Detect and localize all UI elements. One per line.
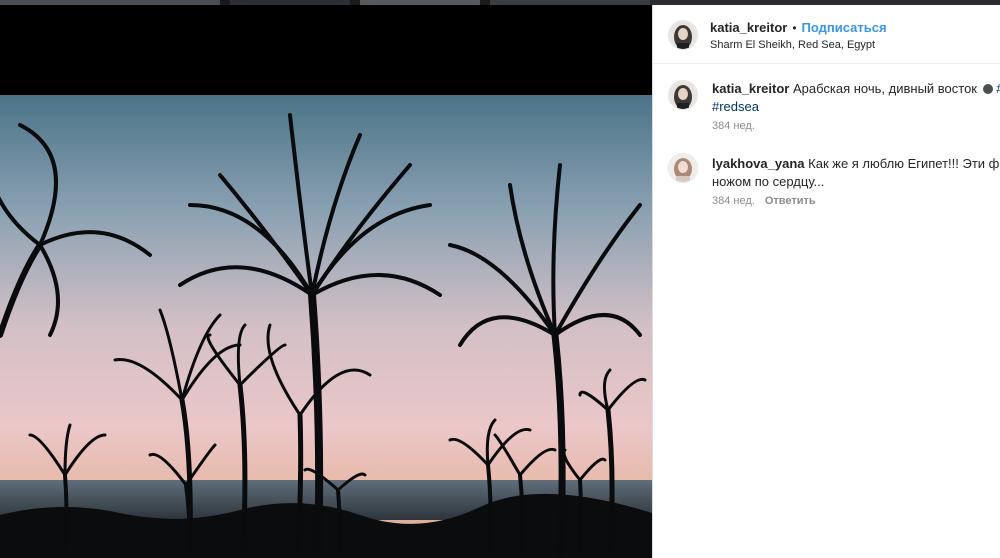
comment-username[interactable]: katia_kreitor [712,81,789,96]
avatar-icon[interactable] [668,153,698,183]
post-photo[interactable] [0,95,652,558]
post-sidebar: katia_kreitor • Подписаться Sharm El Sheik… [652,5,1000,558]
follow-button[interactable]: Подписаться [802,20,887,35]
post-author-username[interactable]: katia_kreitor [710,20,787,35]
comment-username[interactable]: lyakhova_yana [712,156,805,171]
comment-text: Как же я люблю Египет!!! Эти фот [808,156,1000,171]
comment-time[interactable]: 384 нед. [712,120,755,132]
comment-text: Арабская ночь, дивный восток [792,81,977,96]
separator-dot: • [792,21,797,35]
comment-text-continued: ножом по сердцу... [712,174,825,189]
reply-button[interactable]: Ответить [765,195,816,207]
comment-time[interactable]: 384 нед. [712,195,755,207]
hashtag-link[interactable]: # [996,81,1000,96]
avatar-icon[interactable] [668,80,698,110]
post-header: katia_kreitor • Подписаться Sharm El Sheik… [653,5,1000,64]
post-location[interactable]: Sharm El Sheikh, Red Sea, Egypt [710,39,875,51]
avatar-icon[interactable] [668,20,698,50]
photo-viewer [0,5,652,558]
new-moon-emoji [982,84,993,94]
hashtag-link[interactable]: #redsea [712,99,759,114]
